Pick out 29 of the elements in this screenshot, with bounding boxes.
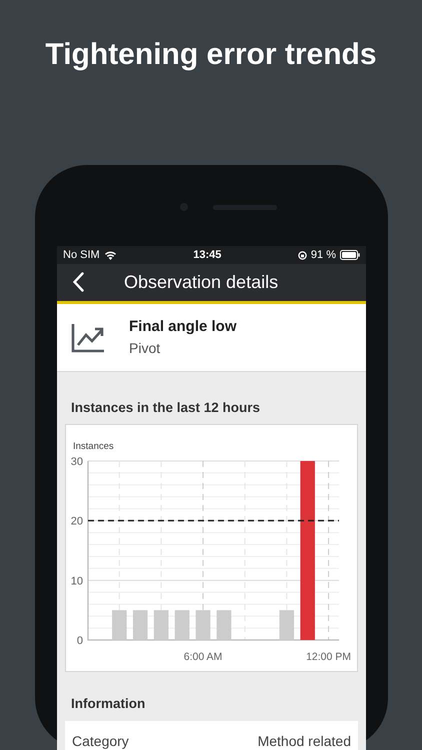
info-label: Category <box>72 732 129 750</box>
tick-label: 20 <box>70 516 83 528</box>
bar <box>154 610 169 640</box>
tick-label: 10 <box>70 576 83 588</box>
bar <box>174 610 190 640</box>
info-value: Method related <box>258 732 351 750</box>
status-time: 13:45 <box>193 248 222 263</box>
observation-subtitle: Pivot <box>129 339 162 358</box>
tick-label: 30 <box>70 456 83 468</box>
bar <box>216 610 232 640</box>
headline: Tightening error trends <box>44 37 378 73</box>
wifi-icon <box>104 250 117 260</box>
bar <box>112 610 127 640</box>
carrier-text: No SIM <box>63 248 100 263</box>
bar <box>132 610 148 640</box>
axis-title: Instances <box>73 441 114 452</box>
rotation-lock-icon <box>298 250 307 260</box>
screen-title: Observation details <box>123 271 278 294</box>
tick-label: 6:00 AM <box>184 651 222 664</box>
trend-chart-icon <box>71 322 105 352</box>
back-button[interactable] <box>73 270 84 294</box>
section-title: Information <box>70 695 146 714</box>
observation-title: Final angle low <box>129 316 237 337</box>
section-title: Instances in the last 12 hours <box>70 399 262 417</box>
battery-text: 91 % <box>310 248 336 263</box>
tick-label: 12:00 PM <box>306 651 352 664</box>
battery-icon <box>340 250 360 260</box>
tick-label: 0 <box>76 635 83 648</box>
bar <box>279 610 294 640</box>
